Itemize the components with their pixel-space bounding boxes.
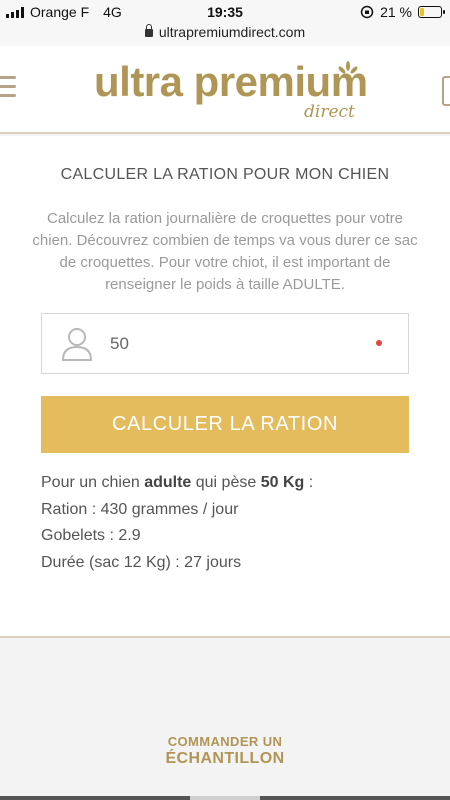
logo-leaf-icon [338,61,358,74]
weight-field[interactable] [41,313,409,374]
calculate-ration-button[interactable]: CALCULER LA RATION [41,396,409,453]
battery-level-fill [420,8,424,16]
url-text: ultrapremiumdirect.com [158,24,306,40]
ration-calculator: CALCULER LA RATION POUR MON CHIEN Calcul… [0,136,450,638]
battery-percent: 21 % [380,4,412,20]
result-age: adulte [144,474,192,491]
bottom-scroll-bar [0,796,450,800]
weight-input[interactable] [110,328,380,360]
user-icon [61,328,93,361]
status-right: 21 % [360,4,445,20]
shopping-bag-icon[interactable] [442,76,450,106]
logo[interactable]: ultra premium direct [94,58,368,128]
ration-results: Pour un chien adulte qui pèse 50 Kg : Ra… [41,470,421,576]
orientation-lock-icon [360,5,374,19]
result-weight: 50 Kg [260,474,305,491]
footer: COMMANDER UN ÉCHANTILLON [0,660,450,800]
sample-line-2: ÉCHANTILLON [165,750,285,767]
result-mid: qui pèse [191,474,261,491]
result-ration: Ration : 430 grammes / jour [41,500,239,518]
result-prefix: Pour un chien [41,474,145,491]
order-sample-link[interactable]: COMMANDER UN ÉCHANTILLON [0,734,450,768]
logo-sub-text: direct [304,102,355,122]
result-suffix: : [304,474,314,491]
lock-icon [144,24,153,37]
calculator-title: CALCULER LA RATION POUR MON CHIEN [60,166,390,183]
required-indicator [376,340,382,346]
result-summary: Pour un chien adulte qui pèse 50 Kg : [41,470,421,497]
logo-main-text: ultra premium [94,58,368,105]
calculator-description: Calculez la ration journalière de croque… [32,210,418,293]
result-duree: Durée (sac 12 Kg) : 27 jours [41,553,242,571]
battery-icon [418,6,445,18]
status-bar: Orange F 4G 19:35 21 % [0,0,450,24]
sample-line-1: COMMANDER UN [167,734,283,749]
site-header: ultra premium direct [0,46,450,134]
hamburger-menu-icon[interactable] [0,76,16,103]
result-gobelets: Gobelets : 2.9 [41,527,141,544]
address-bar[interactable]: ultrapremiumdirect.com [0,24,450,46]
